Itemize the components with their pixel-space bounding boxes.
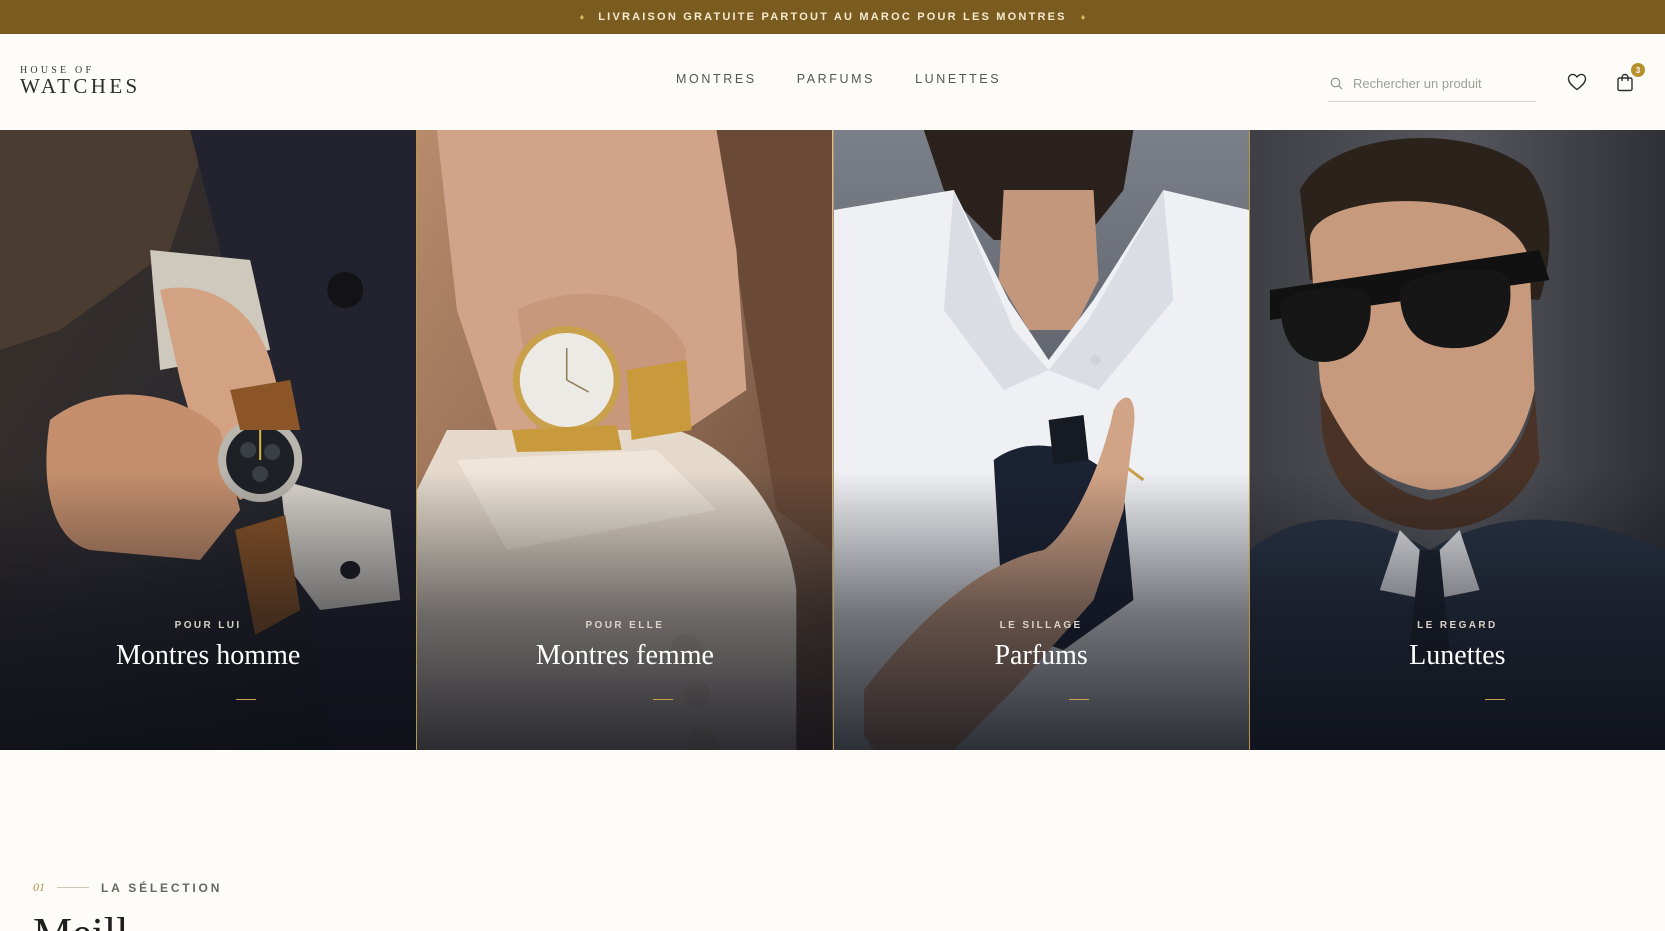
panel-caption: POUR LUI Montres homme [0, 620, 416, 672]
panel-title: Montres homme [115, 640, 301, 671]
wishlist-button[interactable] [1565, 70, 1589, 94]
section-divider [57, 887, 89, 888]
site-header: HOUSE OF WATCHES MONTRES PARFUMS LUNETTE… [0, 34, 1665, 130]
panel-caption: LE SILLAGE Parfums [834, 620, 1249, 672]
section-label: LA SÉLECTION [101, 880, 223, 895]
category-panel-montres-femme[interactable]: POUR ELLE Montres femme [416, 130, 833, 750]
panel-eyebrow: LE SILLAGE [999, 620, 1083, 631]
search-icon [1330, 77, 1343, 90]
nav-item-lunettes[interactable]: LUNETTES [915, 72, 1001, 86]
category-panel-parfums[interactable]: LE SILLAGE Parfums [832, 130, 1249, 750]
gold-divider [236, 699, 257, 700]
cart-count-badge: 3 [1631, 63, 1645, 77]
nav-item-parfums[interactable]: PARFUMS [797, 72, 875, 86]
panel-eyebrow: POUR ELLE [585, 620, 665, 631]
diamond-ornament-icon: ♦ [1080, 11, 1086, 22]
panel-caption: POUR ELLE Montres femme [417, 620, 832, 672]
search-bar [1328, 66, 1536, 102]
panel-title: Montres femme [535, 640, 714, 671]
search-input[interactable] [1353, 76, 1533, 91]
category-panel-lunettes[interactable]: LE REGARD Lunettes [1248, 130, 1665, 750]
panel-eyebrow: LE REGARD [1417, 620, 1498, 631]
gold-divider [1485, 699, 1506, 700]
shopping-bag-icon [1617, 73, 1633, 91]
diamond-ornament-icon: ♦ [579, 11, 585, 22]
hero-categories: POUR LUI Montres homme POUR ELLE Montres… [0, 130, 1665, 750]
announcement-bar: ♦ LIVRAISON GRATUITE PARTOUT AU MAROC PO… [0, 0, 1665, 34]
gold-divider [1069, 699, 1090, 700]
heart-icon [1567, 73, 1587, 91]
gold-divider [652, 699, 673, 700]
logo-line-2: WATCHES [20, 74, 141, 98]
logo[interactable]: HOUSE OF WATCHES [20, 65, 141, 99]
panel-caption: LE REGARD Lunettes [1250, 620, 1665, 672]
section-heading: Meill [33, 912, 128, 931]
section-number: 01 [33, 880, 45, 894]
panel-title: Lunettes [1409, 640, 1506, 671]
category-panel-montres-homme[interactable]: POUR LUI Montres homme [0, 130, 417, 750]
section-eyebrow: 01 LA SÉLECTION [33, 880, 222, 895]
panel-eyebrow: POUR LUI [174, 620, 242, 631]
main-nav: MONTRES PARFUMS LUNETTES [676, 72, 1001, 86]
nav-item-montres[interactable]: MONTRES [676, 72, 757, 86]
announcement-text: LIVRAISON GRATUITE PARTOUT AU MAROC POUR… [598, 11, 1067, 23]
panel-title: Parfums [994, 640, 1088, 671]
